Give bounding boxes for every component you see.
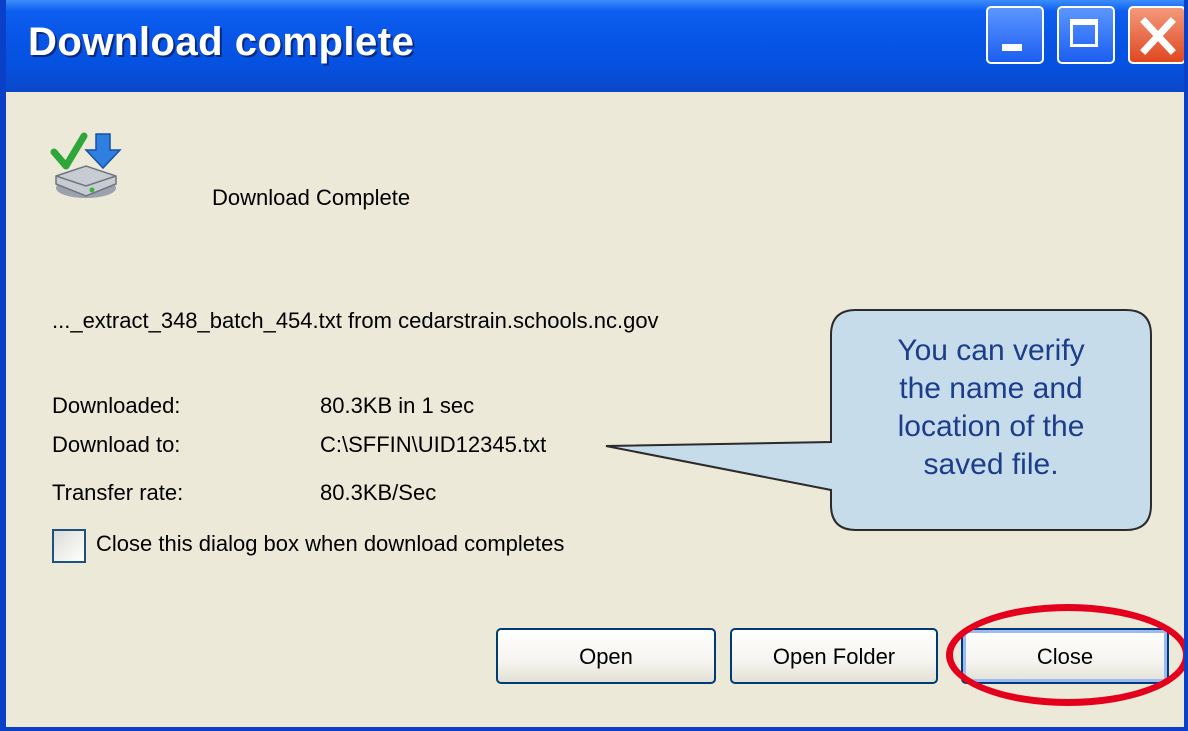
download-source: ..._extract_348_batch_454.txt from cedar… — [52, 308, 659, 333]
callout-text: You can verify the name and location of … — [897, 334, 1085, 481]
open-folder-button[interactable]: Open Folder — [730, 628, 938, 684]
window-title: Download complete — [28, 20, 415, 64]
transfer-rate-value: 80.3KB/Sec — [320, 480, 437, 505]
dialog-heading: Download Complete — [212, 185, 411, 210]
download-to-value: C:\SFFIN\UID12345.txt — [320, 432, 547, 457]
download-complete-icon — [50, 132, 122, 198]
close-button[interactable]: Close — [961, 628, 1169, 684]
download-to-label: Download to: — [52, 432, 181, 457]
downloaded-value: 80.3KB in 1 sec — [320, 393, 475, 418]
transfer-rate-label: Transfer rate: — [52, 480, 184, 505]
download-dialog: Download complete Download Complete ..._… — [0, 0, 1188, 731]
title-bar[interactable]: Download complete — [6, 0, 1184, 92]
maximize-button[interactable] — [1057, 6, 1115, 64]
window-close-button[interactable] — [1128, 6, 1184, 64]
minimize-button[interactable] — [986, 6, 1044, 64]
close-when-complete-checkbox[interactable] — [52, 529, 86, 563]
close-when-complete-label[interactable]: Close this dialog box when download comp… — [96, 531, 564, 557]
downloaded-label: Downloaded: — [52, 393, 181, 418]
open-button[interactable]: Open — [496, 628, 716, 684]
close-icon — [1140, 17, 1176, 55]
